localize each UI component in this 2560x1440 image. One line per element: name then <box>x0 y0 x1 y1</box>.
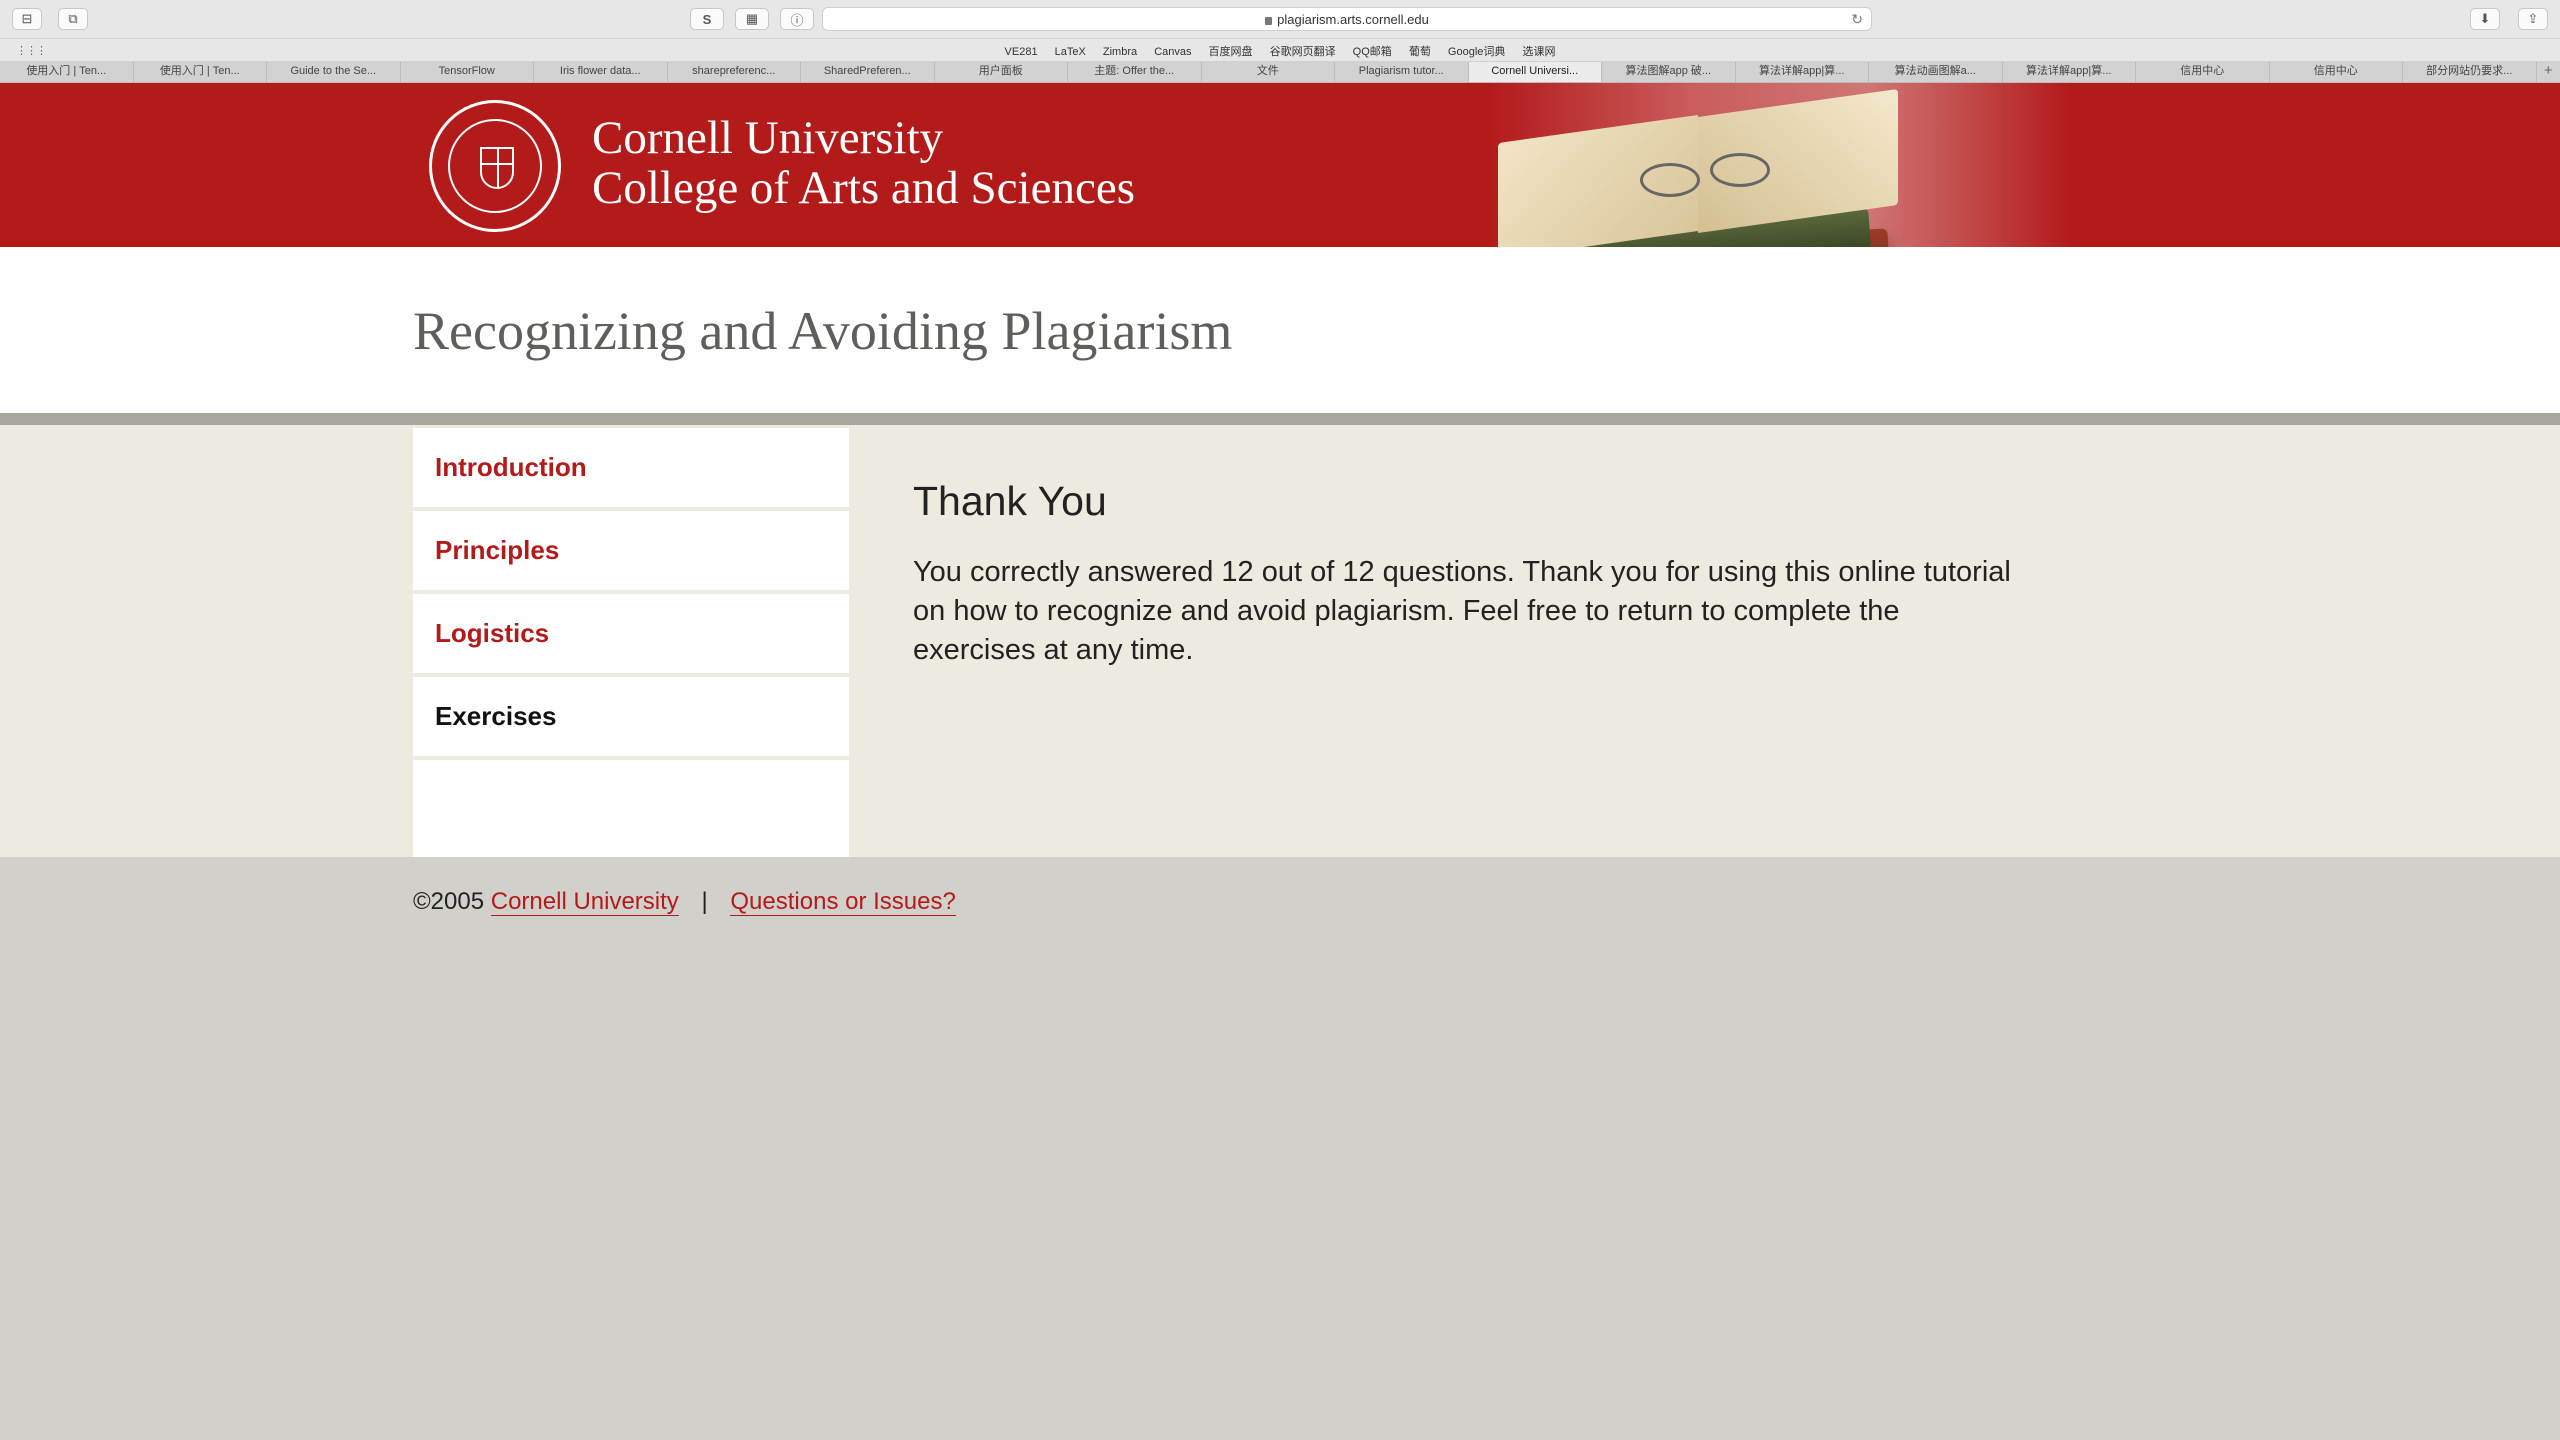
browser-tab[interactable]: 算法动画图解a... <box>1869 62 2003 82</box>
site-header <box>0 83 2560 247</box>
tab-bar: 使用入门 | Ten... 使用入门 | Ten... Guide to the… <box>0 62 2560 83</box>
college-name: College of Arts and Sciences <box>592 162 1135 214</box>
browser-tab[interactable]: 算法图解app 破... <box>1602 62 1736 82</box>
favorite-putao[interactable]: 葡萄 <box>1409 46 1431 58</box>
browser-tab[interactable]: TensorFlow <box>401 62 534 82</box>
reload-icon[interactable]: ↻ <box>1851 11 1863 28</box>
main-content: Thank You You correctly answered 12 out … <box>913 478 2013 670</box>
favorite-qq-mail[interactable]: QQ邮箱 <box>1353 46 1392 58</box>
browser-tab[interactable]: 使用入门 | Ten... <box>0 62 134 82</box>
footer-separator: | <box>701 888 708 915</box>
page-title: Recognizing and Avoiding Plagiarism <box>413 301 1233 361</box>
browser-tab[interactable]: Guide to the Se... <box>267 62 401 82</box>
browser-tab[interactable]: 部分网站仍要求... <box>2403 62 2537 82</box>
extension-grid-icon[interactable]: ▦ <box>735 8 769 30</box>
address-bar[interactable]: plagiarism.arts.cornell.edu ↻ <box>822 7 1872 31</box>
downloads-icon[interactable]: ⬇ <box>2470 8 2500 30</box>
browser-tab[interactable]: 信用中心 <box>2136 62 2270 82</box>
browser-tab[interactable]: 算法详解app|算... <box>2003 62 2136 82</box>
title-band <box>0 247 2560 413</box>
university-name: Cornell University <box>592 112 944 164</box>
site-brand[interactable]: Cornell University College of Arts and S… <box>592 113 1135 213</box>
favorite-google-dict[interactable]: Google词典 <box>1448 46 1505 58</box>
favorite-baidu-pan[interactable]: 百度网盘 <box>1209 46 1253 58</box>
favorites-bar: ⋮⋮⋮ VE281 LaTeX Zimbra Canvas 百度网盘 谷歌网页翻… <box>0 39 2560 62</box>
browser-tab[interactable]: Plagiarism tutor... <box>1335 62 1469 82</box>
favorite-zimbra[interactable]: Zimbra <box>1103 46 1137 58</box>
divider <box>0 413 2560 425</box>
browser-toolbar: ⊟ ⧉ S ▦ ⓘ plagiarism.arts.cornell.edu ↻ … <box>0 0 2560 39</box>
lock-icon <box>1265 17 1273 25</box>
favorite-ve281[interactable]: VE281 <box>1005 46 1038 58</box>
cornell-seal-logo[interactable] <box>429 100 561 232</box>
favorite-google-translate[interactable]: 谷歌网页翻译 <box>1270 46 1336 58</box>
copyright: ©2005 <box>413 888 485 915</box>
favorite-canvas[interactable]: Canvas <box>1154 46 1191 58</box>
sidebar-toggle-icon[interactable]: ⊟ <box>12 8 42 30</box>
cornell-university-link[interactable]: Cornell University <box>490 888 679 916</box>
extension-s-icon[interactable]: S <box>690 8 724 30</box>
tab-overview-icon[interactable]: ⧉ <box>58 8 88 30</box>
browser-tab-active[interactable]: Cornell Universi... <box>1468 62 1602 82</box>
browser-tab[interactable]: 使用入门 | Ten... <box>134 62 267 82</box>
nav-exercises[interactable]: Exercises <box>413 677 849 760</box>
favorite-course-select[interactable]: 选课网 <box>1522 46 1555 58</box>
thank-you-heading: Thank You <box>913 478 1107 524</box>
browser-tab[interactable]: SharedPreferen... <box>801 62 935 82</box>
browser-tab[interactable]: 文件 <box>1202 62 1335 82</box>
browser-tab[interactable]: 算法详解app|算... <box>1736 62 1869 82</box>
questions-issues-link[interactable]: Questions or Issues? <box>730 888 956 916</box>
nav-logistics[interactable]: Logistics <box>413 594 849 677</box>
info-icon[interactable]: ⓘ <box>780 8 814 30</box>
sidebar-nav: Introduction Principles Logistics Exerci… <box>413 428 849 857</box>
browser-tab[interactable]: 信用中心 <box>2270 62 2403 82</box>
browser-tab[interactable]: 用户面板 <box>935 62 1068 82</box>
browser-tab[interactable]: 主题: Offer the... <box>1068 62 1202 82</box>
result-message: You correctly answered 12 out of 12 ques… <box>913 556 2011 666</box>
favorite-latex[interactable]: LaTeX <box>1055 46 1086 58</box>
nav-principles[interactable]: Principles <box>413 511 849 594</box>
footer: ©2005 Cornell University | Questions or … <box>413 888 956 916</box>
browser-tab[interactable]: sharepreferenc... <box>668 62 801 82</box>
share-icon[interactable]: ⇪ <box>2518 8 2548 30</box>
nav-introduction[interactable]: Introduction <box>413 428 849 511</box>
browser-tab[interactable]: Iris flower data... <box>534 62 668 82</box>
url-text: plagiarism.arts.cornell.edu <box>1277 12 1429 27</box>
new-tab-icon[interactable]: + <box>2537 62 2560 82</box>
